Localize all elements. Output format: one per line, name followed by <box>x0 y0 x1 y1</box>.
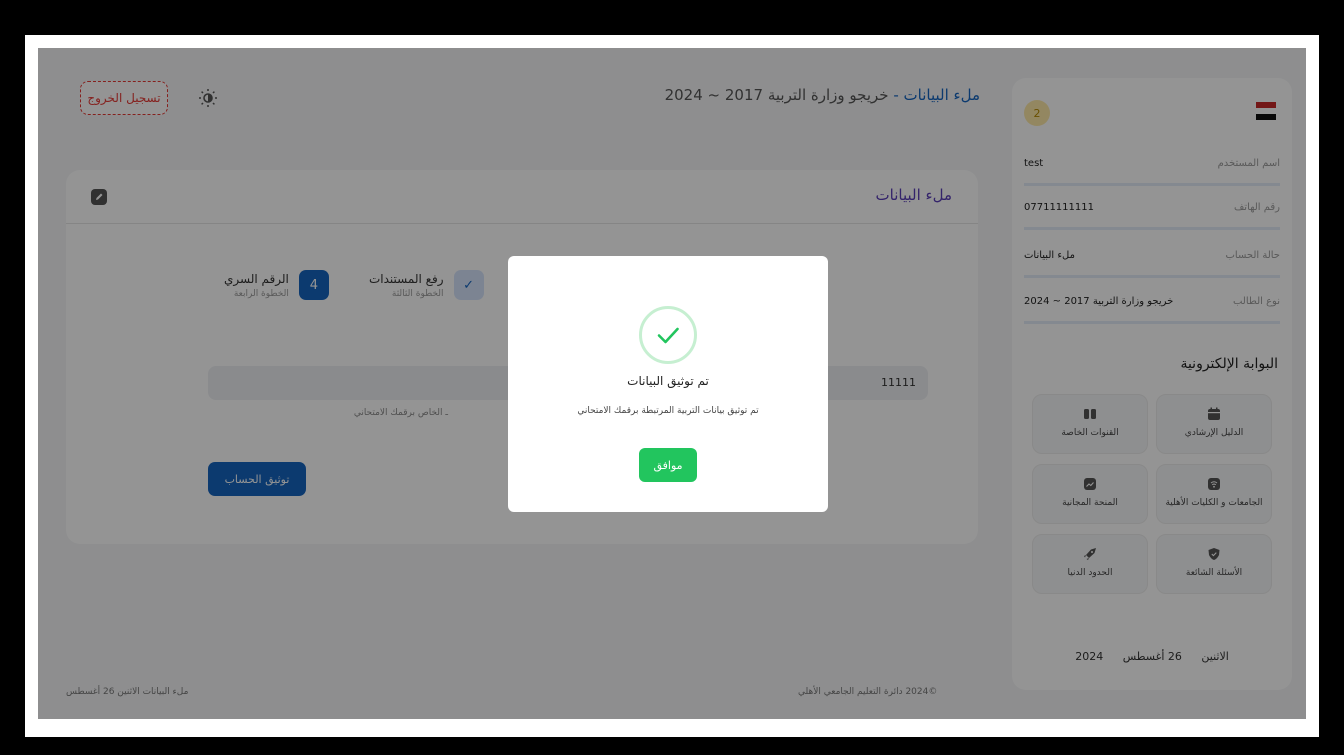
success-check-icon <box>639 306 697 364</box>
app-window: تسجيل الخروج ملء البيانات - خريجو وزارة … <box>38 48 1306 719</box>
success-dialog: تم توثيق البيانات تم توثيق بيانات التربي… <box>508 256 828 512</box>
dialog-title: تم توثيق البيانات <box>627 374 709 388</box>
screen: تسجيل الخروج ملء البيانات - خريجو وزارة … <box>0 0 1344 755</box>
ok-button[interactable]: موافق <box>639 448 697 482</box>
dialog-message: تم توثيق بيانات التربية المرتبطة برقمك ا… <box>577 406 759 416</box>
